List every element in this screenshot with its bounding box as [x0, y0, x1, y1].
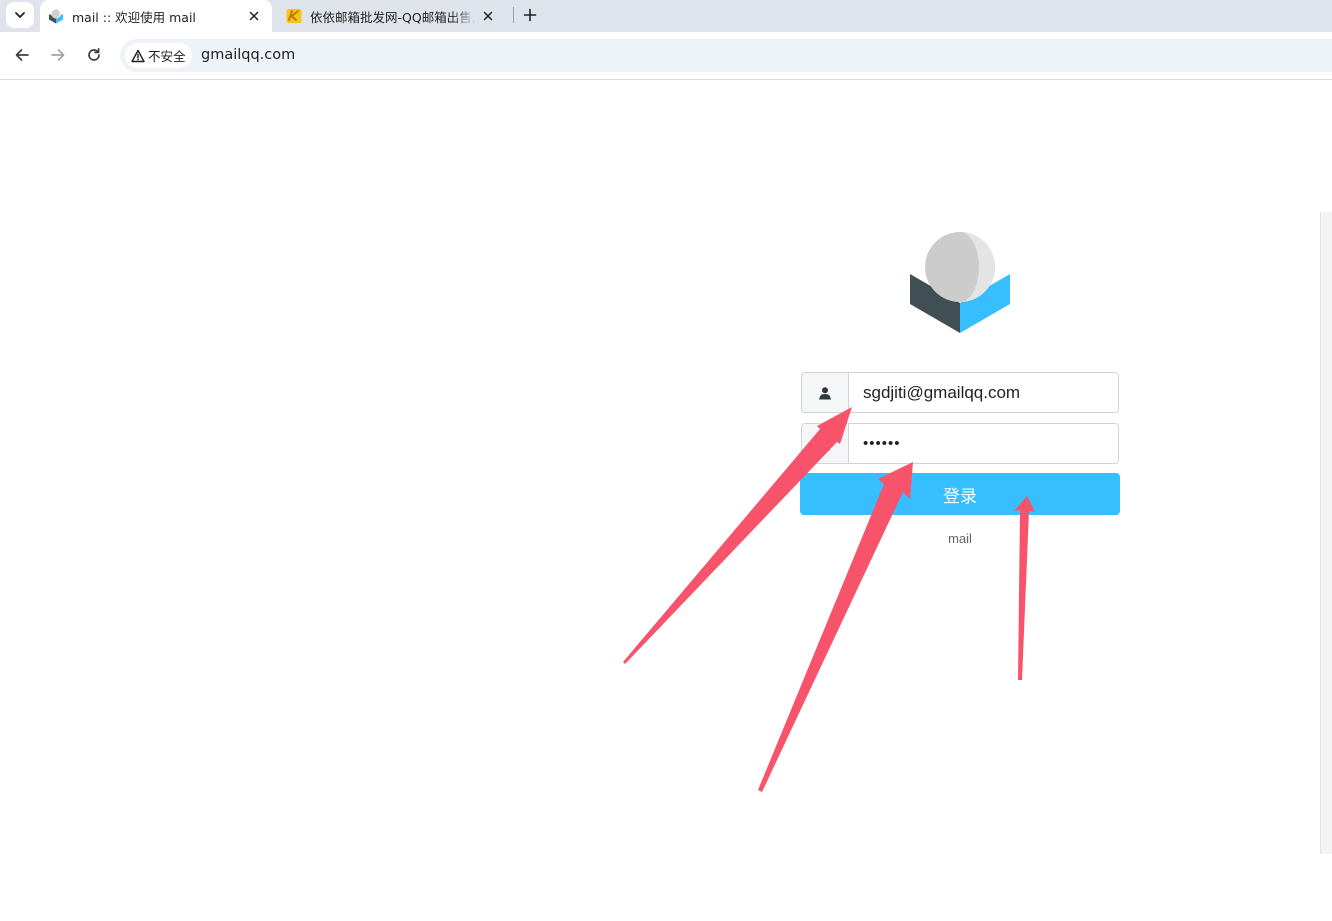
k-logo-icon [286, 9, 302, 23]
password-input[interactable] [849, 424, 1118, 463]
browser-toolbar: 不安全 gmailqq.com [0, 32, 1332, 80]
annotation-arrow-login [1014, 496, 1035, 680]
reload-icon [88, 47, 100, 61]
username-input[interactable] [849, 373, 1118, 412]
tab-separator [513, 7, 514, 23]
forward-button[interactable] [45, 42, 71, 68]
tab-title: mail :: 欢迎使用 mail [72, 9, 196, 25]
tab-search-button[interactable] [6, 2, 34, 28]
lock-icon [802, 424, 849, 463]
reload-button[interactable] [81, 42, 107, 68]
arrow-right-icon [51, 49, 65, 61]
username-row [801, 372, 1119, 413]
login-button[interactable]: 登录 [800, 473, 1120, 515]
chevron-down-icon [15, 12, 25, 18]
url-text[interactable]: gmailqq.com [201, 47, 295, 63]
page-scrollbar[interactable] [1320, 212, 1332, 854]
roundcube-icon [49, 9, 63, 24]
user-icon [802, 373, 849, 412]
roundcube-logo [910, 232, 1010, 333]
arrow-left-icon [15, 49, 29, 61]
tab-strip: mail :: 欢迎使用 mail 依依邮箱批发网-QQ邮箱出售,QQ [0, 0, 1332, 32]
security-chip[interactable]: 不安全 [125, 43, 192, 68]
close-icon[interactable] [246, 8, 262, 24]
security-label: 不安全 [148, 49, 186, 64]
close-icon[interactable] [480, 8, 496, 24]
warning-icon [131, 49, 145, 62]
product-name: mail [948, 531, 972, 546]
password-row [801, 423, 1119, 464]
plus-icon [523, 8, 537, 22]
address-bar[interactable]: 不安全 gmailqq.com [120, 39, 1332, 72]
annotation-arrows [623, 407, 1035, 792]
tab-title: 依依邮箱批发网-QQ邮箱出售,QQ [310, 9, 476, 25]
back-button[interactable] [9, 42, 35, 68]
tab-yiyi-shop[interactable]: 依依邮箱批发网-QQ邮箱出售,QQ [278, 0, 506, 32]
new-tab-button[interactable] [518, 3, 542, 27]
tab-mail[interactable]: mail :: 欢迎使用 mail [40, 0, 272, 32]
